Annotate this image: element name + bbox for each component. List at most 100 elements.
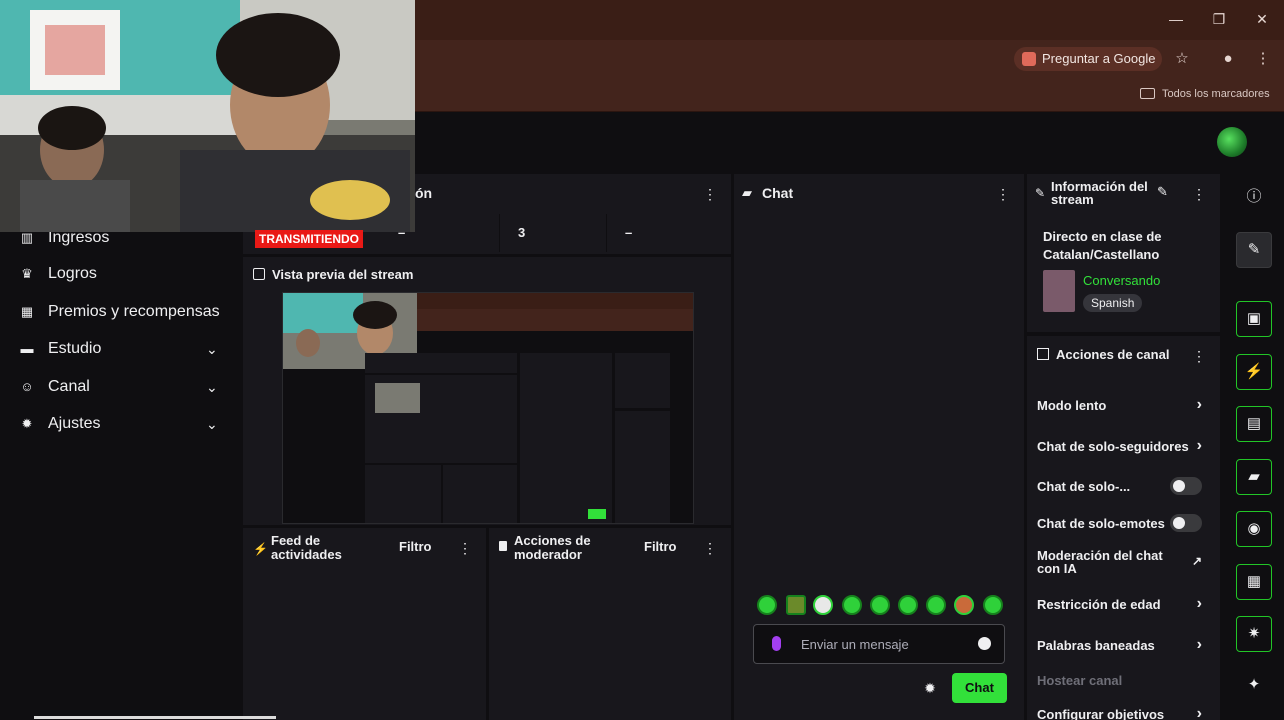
emote-icon[interactable] [954,595,974,615]
slow-mode-row[interactable]: Modo lento › [1037,396,1212,413]
emote-icon[interactable] [898,595,918,615]
folder-icon [1140,88,1155,99]
more-options-icon[interactable]: ⋮ [1192,348,1206,364]
chevron-right-icon: › [1196,396,1202,413]
slow-mode-label: Modo lento [1037,398,1107,413]
stream-title: Directo en clase de Catalan/Castellano [1043,229,1162,262]
ask-google-button[interactable]: Preguntar a Google [1014,47,1162,71]
more-options-icon[interactable]: ⋮ [996,186,1010,202]
emote-icon[interactable] [813,595,833,615]
subscribers-only-row[interactable]: Chat de solo-... [1037,477,1212,495]
chat-send-button[interactable]: Chat [952,673,1007,703]
category-link[interactable]: Conversando [1083,273,1160,288]
star-icon[interactable]: ☆ [1173,50,1191,68]
all-bookmarks-button[interactable]: Todos los marcadores [1140,86,1270,102]
ai-moderation-label: Moderación del chat con IA [1037,548,1163,576]
emotes-only-toggle[interactable] [1170,514,1202,532]
host-channel-row[interactable]: Hostear canal [1037,673,1212,688]
more-options-icon[interactable]: ⋮ [458,540,472,556]
chevron-right-icon: › [1194,439,1202,454]
nav-item-logros[interactable]: ♛ Logros [0,256,240,292]
more-options-icon[interactable]: ⋮ [703,540,717,556]
ask-google-label: Preguntar a Google [1042,51,1156,66]
stat-cell: 3 [500,214,607,252]
stat-cell: – [625,225,633,240]
followers-only-label: Chat de solo-seguidores [1037,439,1189,454]
stream-info-panel: ✎ Información del stream ✎ ⋮ Directo en … [1027,174,1220,332]
horizontal-scrollbar[interactable] [34,716,276,719]
activity-feed-panel: ⚡ Feed de actividades Filtro ⋮ [243,528,486,720]
subscribers-only-label: Chat de solo-... [1037,479,1131,494]
goals-row[interactable]: Configurar objetivos › [1037,707,1212,720]
banned-words-label: Palabras baneadas [1037,638,1155,653]
feed-filter-button[interactable]: Filtro [399,540,432,554]
followers-only-row[interactable]: Chat de solo-seguidores › [1037,439,1212,454]
emote-icon[interactable] [983,595,1003,615]
preview-icon [253,268,265,280]
emote-icon[interactable] [757,595,777,615]
language-tag[interactable]: Spanish [1083,294,1143,312]
mod-filter-button[interactable]: Filtro [644,540,677,554]
close-button[interactable]: ✕ [1252,10,1272,28]
nav-label: Ajustes [48,415,101,432]
user-avatar[interactable] [1217,127,1247,157]
emotes-only-row[interactable]: Chat de solo-emotes [1037,514,1212,532]
gift-icon: ▦ [20,304,34,319]
chevron-right-icon: › [1196,707,1202,720]
bolt-icon[interactable]: ⚡ [1236,354,1272,390]
nav-item-estudio[interactable]: ▬ Estudio ⌄ [0,331,240,367]
ai-moderation-row[interactable]: Moderación del chat con IA ↗ [1037,549,1212,575]
banned-words-row[interactable]: Palabras baneadas › [1037,636,1212,653]
chat-input-placeholder: Enviar un mensaje [801,637,909,652]
chat-message-input[interactable]: Enviar un mensaje [753,624,1005,664]
extensions-icon[interactable]: ✦ [1236,668,1272,704]
nav-item-canal[interactable]: ☺ Canal ⌄ [0,369,240,405]
emoji-icon[interactable] [978,637,991,650]
chevron-down-icon: ⌄ [206,340,218,357]
category-thumbnail [1043,270,1075,312]
emote-icon[interactable] [926,595,946,615]
info-icon[interactable]: ⓘ [1236,180,1272,216]
age-restriction-label: Restricción de edad [1037,597,1161,612]
document-icon[interactable]: ▤ [1236,406,1272,442]
feed-title: Feed de actividades [271,533,342,562]
broadcast-icon[interactable]: ◉ [1236,511,1272,547]
mod-actions-title: Acciones de moderador [514,533,591,562]
stream-info-title: Información del stream [1051,179,1148,207]
preview-icon[interactable]: ▣ [1236,301,1272,337]
emote-icon[interactable] [786,595,806,615]
profile-icon[interactable]: ● [1219,50,1237,68]
stats-title: ón [415,185,433,201]
more-options-icon[interactable]: ⋮ [1192,186,1206,202]
microphone-icon[interactable] [772,636,781,651]
age-restriction-row[interactable]: Restricción de edad › [1037,595,1212,612]
nav-item-ajustes[interactable]: ✹ Ajustes ⌄ [0,406,240,442]
emote-icon[interactable] [870,595,890,615]
edit-icon[interactable]: ✎ [1236,232,1272,268]
stream-preview-video [282,292,694,524]
external-link-icon: ↗ [1191,554,1202,568]
minimize-button[interactable]: — [1166,10,1186,28]
gear-icon: ✹ [21,416,33,431]
more-options-icon[interactable]: ⋮ [703,186,717,202]
chat-icon[interactable]: ▰ [1236,459,1272,495]
nav-item-premios[interactable]: ▦ Premios y recompensas [0,294,240,330]
nav-label: Logros [48,265,97,282]
restore-button[interactable]: ❐ [1209,10,1229,28]
subscribers-only-toggle[interactable] [1170,477,1202,495]
gear-icon[interactable]: ✹ [922,680,938,696]
layout-icon[interactable]: ▦ [1236,564,1272,600]
preview-title: Vista previa del stream [272,267,414,282]
bolt-icon: ⚡ [253,542,268,556]
quick-actions-bar: ⓘ ✎ ▣ ⚡ ▤ ▰ ◉ ▦ ✷ ✦ [1222,174,1284,720]
chevron-down-icon: ⌄ [206,415,218,432]
trophy-icon: ♛ [21,266,33,281]
webcam-overlay [0,0,415,232]
edit-icon[interactable]: ✎ [1157,184,1168,200]
chevron-right-icon: › [1196,595,1202,612]
emote-icon[interactable] [842,595,862,615]
menu-dots-icon[interactable]: ⋮ [1254,50,1272,68]
wrench-icon[interactable]: ✷ [1236,616,1272,652]
nav-label: Estudio [48,340,102,357]
all-bookmarks-label: Todos los marcadores [1162,88,1270,100]
